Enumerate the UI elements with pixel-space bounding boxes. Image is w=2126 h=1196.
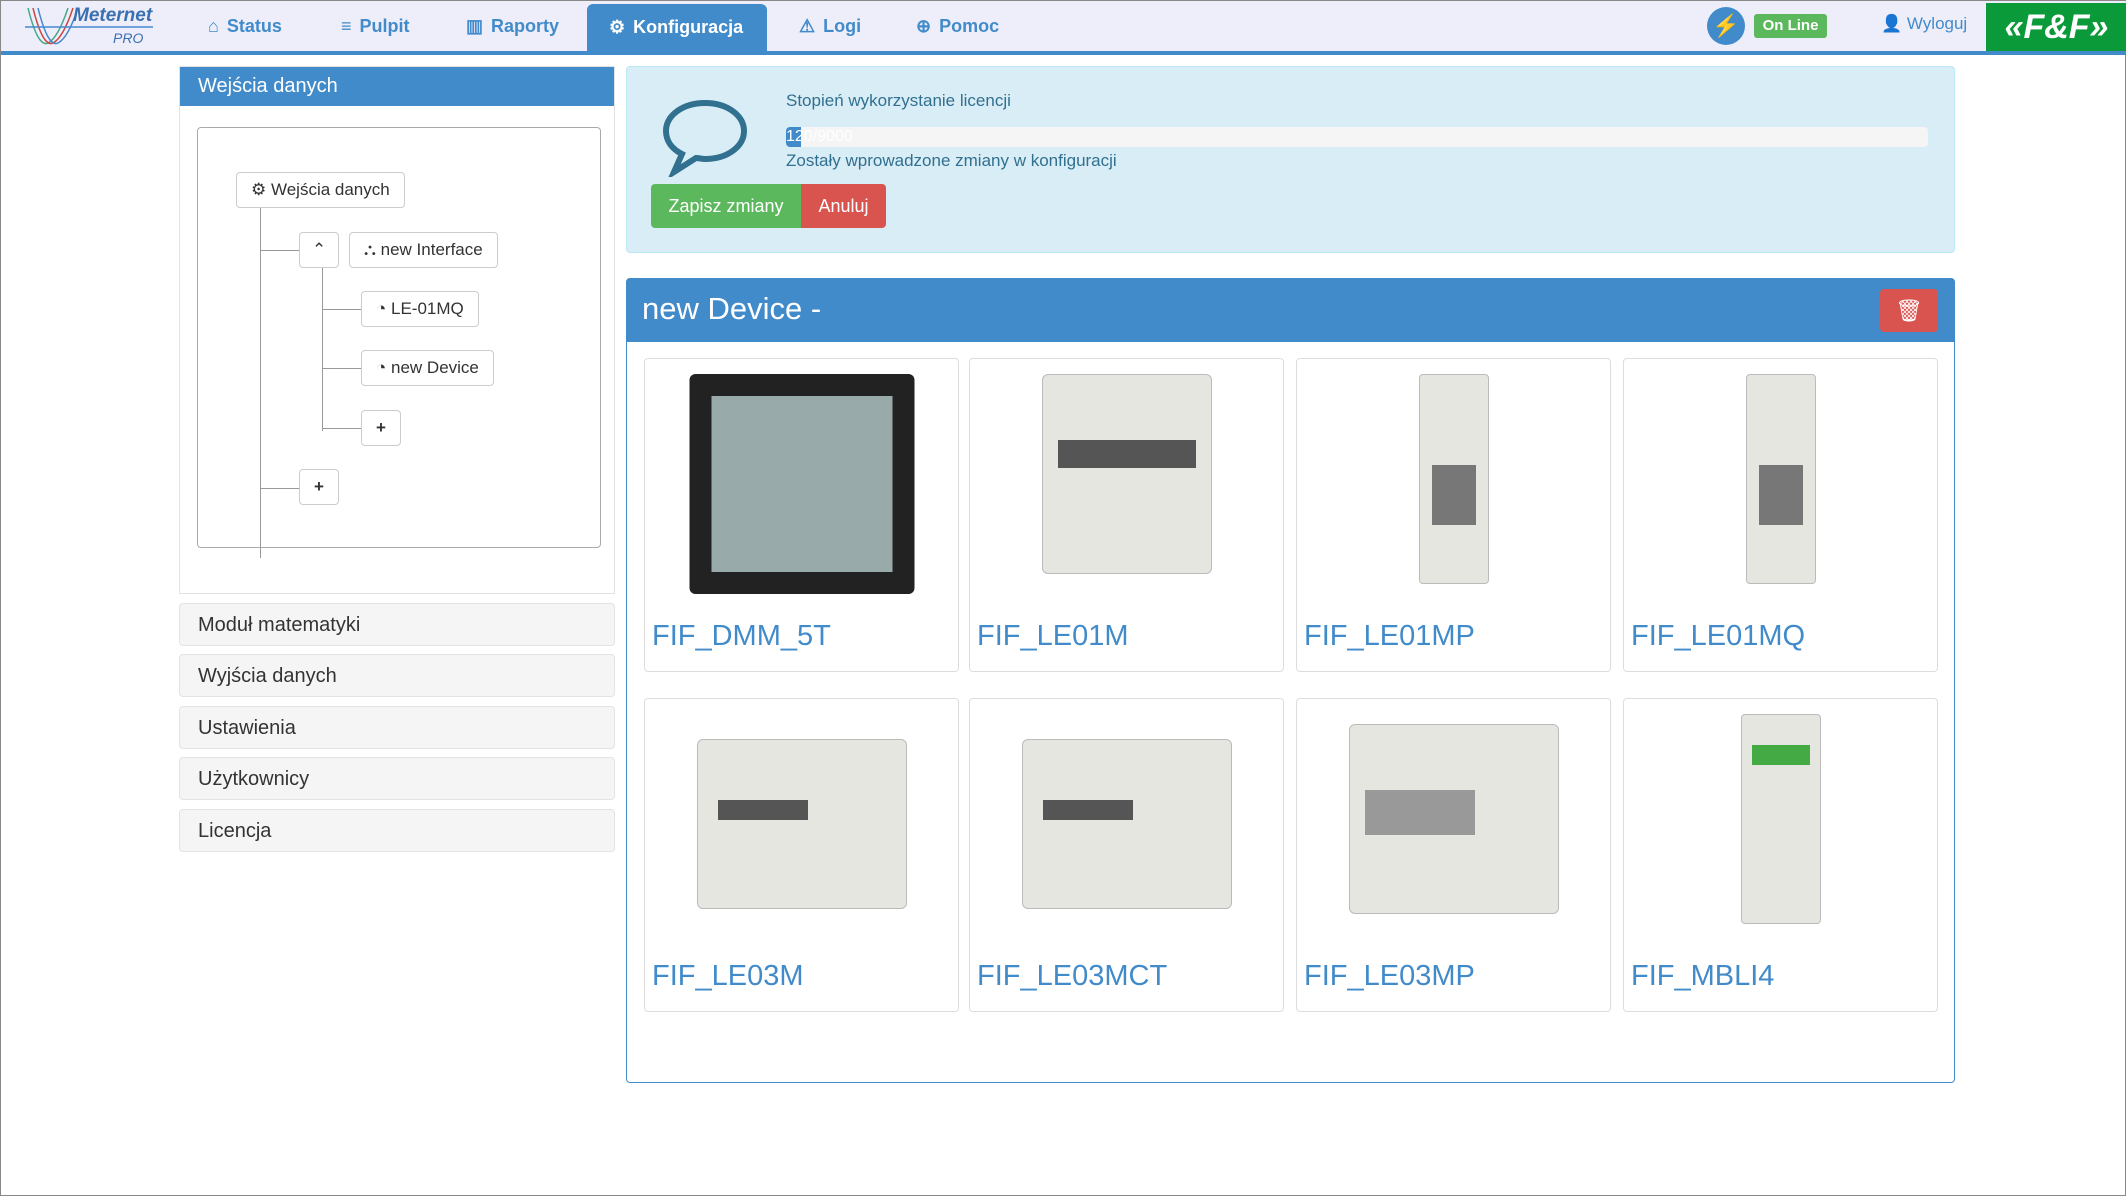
bar-chart-icon: ▥ (466, 15, 484, 36)
add-interface-button[interactable]: + (299, 469, 339, 505)
device-name: FIF_MBLI4 (1631, 960, 1775, 992)
nav-pomoc[interactable]: ⊕ Pomoc (894, 1, 1021, 51)
logout-link[interactable]: 👤 Wyloguj (1881, 14, 1967, 34)
svg-text:Meternet: Meternet (73, 5, 153, 26)
tree-node-device[interactable]: ◔ LE-01MQ (361, 291, 479, 327)
device-card[interactable]: FIF_LE03M (644, 698, 959, 1012)
menu-data-outputs[interactable]: Wyjścia danych (179, 654, 615, 697)
nav-konfiguracja[interactable]: ⚙ Konfiguracja (587, 4, 767, 51)
panel-title: Wejścia danych (180, 67, 614, 106)
speech-bubble-icon (662, 99, 748, 177)
dashboard-icon: ◔ (376, 358, 387, 377)
device-name: FIF_DMM_5T (652, 620, 831, 652)
device-image (689, 374, 914, 594)
config-tree: ⚙ Wejścia danych ⌃ ⛬ new Interface ◔ LE-… (197, 127, 601, 558)
nav-status[interactable]: ⌂ Status (186, 1, 304, 51)
ff-brand-logo: «F&F» (1986, 3, 2126, 51)
nav-raporty[interactable]: ▥ Raporty (444, 1, 581, 51)
device-card[interactable]: FIF_MBLI4 (1623, 698, 1938, 1012)
device-name: FIF_LE03M (652, 960, 804, 992)
device-name: FIF_LE01MQ (1631, 620, 1806, 652)
sitemap-icon: ⛬ (364, 240, 376, 259)
trash-icon: 🗑 (1895, 297, 1923, 323)
device-title: new Device - (627, 279, 1954, 342)
device-image (1021, 714, 1232, 909)
device-card[interactable]: FIF_LE01MQ (1623, 358, 1938, 672)
plug-icon: ⚡ (1707, 7, 1745, 45)
menu-license[interactable]: Licencja (179, 809, 615, 852)
warning-icon: ⚠ (799, 15, 816, 36)
device-image (1041, 374, 1212, 574)
gear-icon: ⚙ (609, 17, 626, 37)
dashboard-icon: ◔ (376, 299, 387, 318)
device-card[interactable]: FIF_LE01M (969, 358, 1284, 672)
tree-node-interface[interactable]: ⛬ new Interface (349, 232, 498, 268)
cancel-button[interactable]: Anuluj (801, 184, 886, 228)
device-card[interactable]: FIF_LE03MCT (969, 698, 1284, 1012)
lifebuoy-icon: ⊕ (916, 15, 932, 36)
device-image (1418, 374, 1489, 584)
nav-pulpit[interactable]: ≡ Pulpit (319, 1, 432, 51)
inputs-panel: Wejścia danych ⚙ Wejścia danych ⌃ ⛬ new … (179, 66, 615, 594)
license-panel: Stopień wykorzystanie licencji 120/9000 … (626, 66, 1955, 253)
menu-settings[interactable]: Ustawienia (179, 706, 615, 749)
device-name: FIF_LE03MCT (977, 960, 1168, 992)
menu-users[interactable]: Użytkownicy (179, 757, 615, 800)
device-image (1745, 374, 1816, 584)
meternet-logo[interactable]: Meternet PRO (23, 3, 158, 49)
nav-logi[interactable]: ⚠ Logi (777, 1, 883, 51)
change-message: Zostały wprowadzone zmiany w konfiguracj… (786, 151, 1117, 170)
license-progress: 120/9000 (786, 127, 1928, 147)
device-card[interactable]: FIF_LE01MP (1296, 358, 1611, 672)
device-card[interactable]: FIF_LE03MP (1296, 698, 1611, 1012)
tree-node-device[interactable]: ◔ new Device (361, 350, 494, 386)
home-icon: ⌂ (208, 15, 219, 36)
add-device-button[interactable]: + (361, 410, 401, 446)
status-badge: On Line (1754, 14, 1827, 38)
delete-button[interactable]: 🗑 (1880, 289, 1938, 332)
save-button[interactable]: Zapisz zmiany (651, 184, 801, 228)
tree-node-root[interactable]: ⚙ Wejścia danych (236, 172, 405, 208)
device-name: FIF_LE01MP (1304, 620, 1475, 652)
menu-math-module[interactable]: Moduł matematyki (179, 603, 615, 646)
collapse-button[interactable]: ⌃ (299, 232, 340, 268)
chevron-up-icon: ⌃ (312, 240, 327, 259)
device-image (696, 714, 907, 909)
license-label: Stopień wykorzystanie licencji (786, 91, 1011, 110)
list-icon: ≡ (341, 15, 352, 36)
device-name: FIF_LE03MP (1304, 960, 1475, 992)
device-card[interactable]: FIF_DMM_5T (644, 358, 959, 672)
device-name: FIF_LE01M (977, 620, 1129, 652)
device-image (1348, 714, 1559, 914)
device-image (1740, 714, 1821, 924)
svg-text:PRO: PRO (113, 30, 143, 46)
top-navbar: Meternet PRO ⌂ Status ≡ Pulpit ▥ Raporty ⚙ K… (1, 1, 2126, 55)
